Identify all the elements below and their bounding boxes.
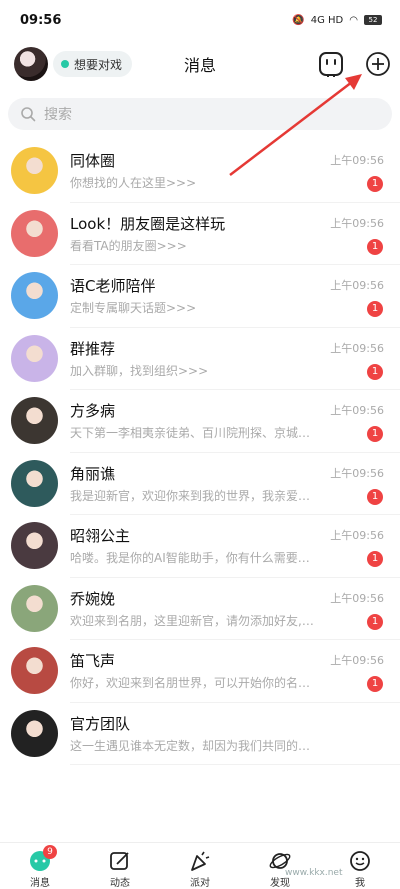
smile-face-icon — [350, 851, 370, 871]
contact-name: 官方团队 — [70, 714, 131, 733]
message-preview: 哈喽。我是你的AI智能助手，你有什么需要… — [70, 551, 310, 565]
contact-name: 角丽谯 — [70, 464, 116, 483]
conversation-row[interactable]: 官方团队这一生遇见谁本无定数，却因为我们共同的… — [0, 703, 400, 765]
unread-badge: 1 — [367, 676, 383, 692]
contact-name: 乔婉娩 — [70, 589, 116, 608]
tab-party[interactable]: 派对 — [160, 843, 240, 889]
contact-name: 笛飞声 — [70, 652, 116, 670]
message-preview: 我是迎新官，欢迎你来到我的世界，我亲爱… — [70, 488, 311, 503]
contact-avatar — [11, 209, 58, 257]
message-preview: 你想找的人在这里>>> — [70, 176, 197, 190]
tab-label: 派对 — [190, 878, 210, 889]
unread-badge: 1 — [367, 363, 383, 380]
tab-me[interactable]: 我 — [320, 843, 400, 889]
conversation-row[interactable]: 笛飞声你好，欢迎来到名朋世界，可以开始你的名… 上午09:56 1 — [0, 640, 400, 703]
message-time: 上午09:56 — [330, 466, 384, 480]
contact-avatar — [11, 584, 58, 632]
message-preview: 欢迎来到名朋，这里迎新官，请勿添加好友,… — [70, 613, 314, 628]
message-preview: 你好，欢迎来到名朋世界，可以开始你的名… — [70, 676, 311, 690]
tab-bar: 9 消息 动态 派对 发现 我 — [0, 842, 400, 889]
contact-name: 语C老师陪伴 — [70, 277, 156, 295]
search-input[interactable]: 搜索 — [8, 98, 392, 130]
battery-icon: 52 — [364, 15, 382, 25]
add-icon[interactable] — [365, 51, 391, 77]
unread-badge: 1 — [367, 176, 383, 192]
watermark: www.kkx.net — [285, 868, 343, 878]
message-preview: 定制专属聊天话题>>> — [70, 301, 197, 315]
conversation-row[interactable]: 同体圈你想找的人在这里>>> 上午09:56 1 — [0, 140, 400, 203]
search-icon — [21, 107, 36, 122]
message-preview: 看看TA的朋友圈>>> — [70, 238, 187, 253]
message-time: 上午09:56 — [330, 529, 384, 542]
tab-discover[interactable]: 发现 — [240, 843, 320, 889]
message-time: 上午09:56 — [330, 216, 384, 230]
message-time: 上午09:56 — [330, 654, 384, 667]
conversation-row[interactable]: 语C老师陪伴定制专属聊天话题>>> 上午09:56 1 — [0, 265, 400, 328]
message-time: 上午09:56 — [330, 404, 384, 417]
contact-avatar — [11, 459, 58, 507]
unread-badge: 1 — [367, 301, 383, 317]
wifi-icon: ◠ — [349, 14, 358, 26]
contact-name: Look！朋友圈是这样玩 — [70, 214, 226, 233]
unread-badge: 1 — [367, 551, 383, 567]
unread-badge: 1 — [367, 613, 383, 630]
message-time: 上午09:56 — [330, 279, 384, 292]
conversation-row[interactable]: 昭翎公主哈喽。我是你的AI智能助手，你有什么需要… 上午09:56 1 — [0, 515, 400, 578]
message-preview: 这一生遇见谁本无定数，却因为我们共同的… — [70, 738, 311, 753]
unread-badge: 1 — [367, 238, 383, 255]
contact-avatar — [11, 522, 58, 569]
conversation-row[interactable]: 角丽谯我是迎新官，欢迎你来到我的世界，我亲爱… 上午09:56 1 — [0, 453, 400, 515]
tab-label: 消息 — [30, 878, 50, 889]
contact-name: 昭翎公主 — [70, 527, 131, 545]
divider — [70, 764, 400, 765]
tab-badge: 9 — [43, 845, 57, 859]
tab-messages[interactable]: 9 消息 — [0, 843, 80, 889]
network-label: 4G HD — [310, 14, 344, 26]
message-preview: 加入群聊，找到组织>>> — [70, 363, 209, 378]
search-placeholder: 搜索 — [44, 107, 72, 123]
conversation-row[interactable]: Look！朋友圈是这样玩看看TA的朋友圈>>> 上午09:56 1 — [0, 203, 400, 265]
message-time: 上午09:56 — [330, 154, 384, 167]
unread-badge: 1 — [367, 488, 383, 505]
status-icons: 🔕 4G HD ◠ 52 — [292, 15, 382, 26]
conversation-row[interactable]: 群推荐加入群聊，找到组织>>> 上午09:56 1 — [0, 328, 400, 390]
contact-name: 同体圈 — [70, 152, 116, 170]
status-bar: 09:56 🔕 4G HD ◠ 52 — [0, 0, 400, 40]
contact-avatar — [11, 709, 58, 757]
conversation-list: 同体圈 你想找的人在这里>>> 上午09:56 1 Look！朋友圈是这样玩 看看TA的朋… — [0, 140, 400, 765]
unread-badge: 1 — [367, 426, 383, 442]
header: 想要对戏 消息 — [0, 42, 400, 86]
contact-avatar — [11, 397, 58, 444]
mute-icon: 🔕 — [292, 14, 305, 26]
message-preview: 天下第一李相夷亲徒弟、百川院刑探、京城… — [70, 426, 311, 440]
contact-avatar — [11, 334, 58, 382]
status-time: 09:56 — [20, 12, 62, 28]
tab-feed[interactable]: 动态 — [80, 843, 160, 889]
message-time: 上午09:56 — [330, 341, 384, 355]
contact-avatar — [11, 272, 58, 319]
contact-avatar — [11, 647, 58, 694]
contact-avatar — [11, 147, 58, 194]
robot-icon[interactable] — [318, 50, 344, 78]
conversation-row[interactable]: 乔婉娩欢迎来到名朋，这里迎新官，请勿添加好友,… 上午09:56 1 — [0, 578, 400, 640]
party-popper-icon — [191, 851, 210, 871]
conversation-row[interactable]: 方多病天下第一李相夷亲徒弟、百川院刑探、京城… 上午09:56 1 — [0, 390, 400, 453]
message-time: 上午09:56 — [330, 591, 384, 605]
contact-name: 方多病 — [70, 402, 116, 420]
edit-icon — [110, 852, 129, 870]
contact-name: 群推荐 — [70, 339, 116, 358]
tab-label: 动态 — [110, 878, 130, 889]
